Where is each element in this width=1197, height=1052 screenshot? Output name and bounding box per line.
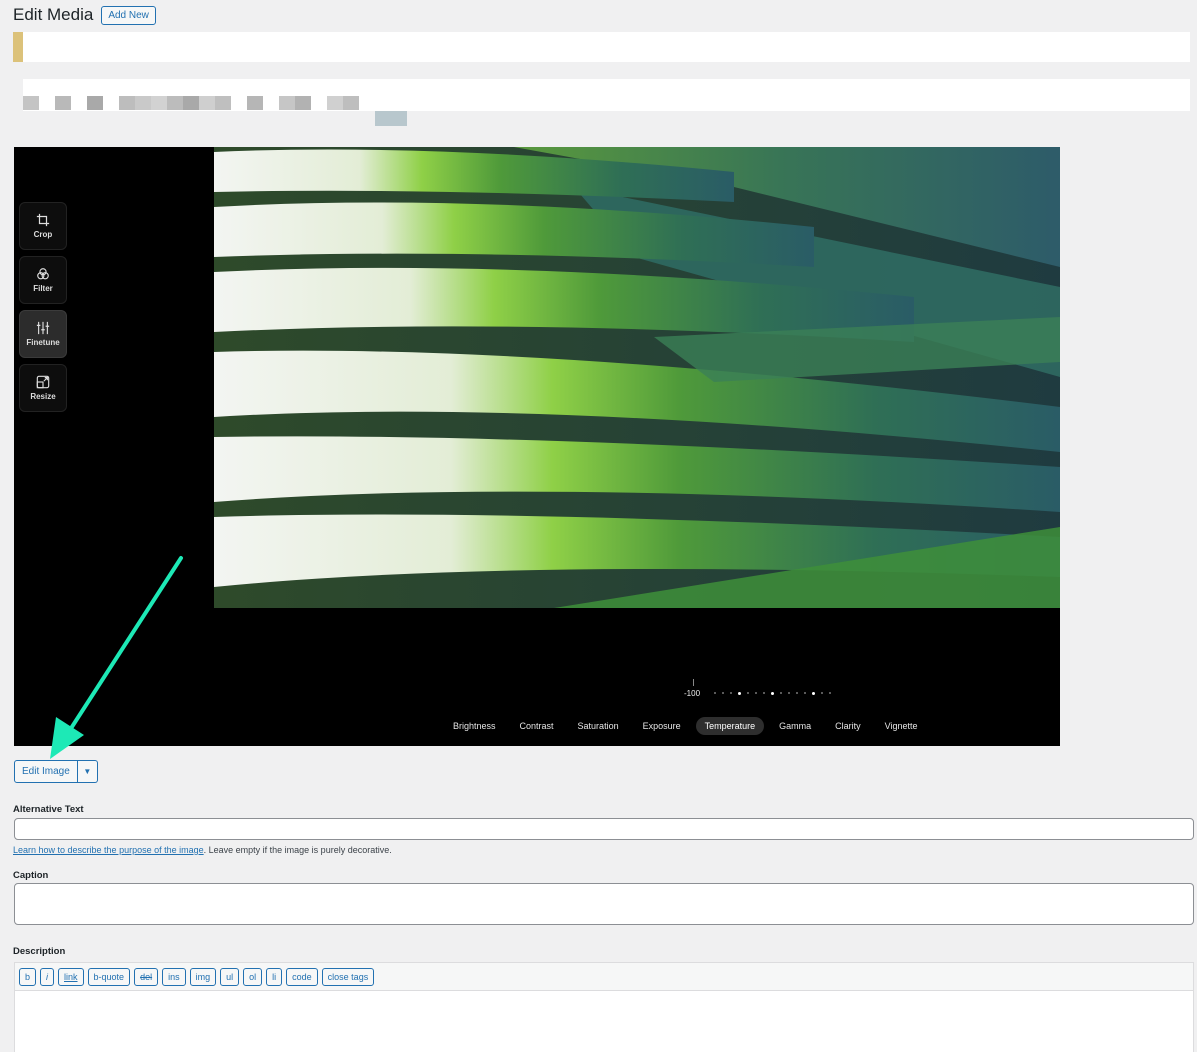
tab-vignette[interactable]: Vignette <box>876 717 927 735</box>
tool-crop[interactable]: Crop <box>19 202 67 250</box>
description-label: Description <box>13 946 66 957</box>
adjust-tabs: Brightness Contrast Saturation Exposure … <box>444 717 927 735</box>
quicktag-li[interactable]: li <box>266 967 283 986</box>
alt-text-input[interactable] <box>14 818 1194 840</box>
finetune-icon <box>36 321 50 335</box>
slider-value: -100 <box>684 689 701 698</box>
page-title: Edit Media <box>13 5 94 24</box>
crop-icon <box>36 213 50 227</box>
redacted-pixels-tail <box>375 111 407 126</box>
tool-finetune[interactable]: Finetune <box>19 310 67 358</box>
image-preview <box>214 147 1060 608</box>
quicktag-ins[interactable]: ins <box>162 967 186 986</box>
slider-tick <box>693 679 694 686</box>
tab-exposure[interactable]: Exposure <box>634 717 690 735</box>
tool-filter[interactable]: Filter <box>19 256 67 304</box>
quicktag-link[interactable]: link <box>58 967 84 986</box>
tool-resize[interactable]: Resize <box>19 364 67 412</box>
admin-notice <box>13 32 1190 62</box>
editor-toolbar: Crop Filter Finetune Resize <box>19 202 67 412</box>
quicktag-code[interactable]: code <box>286 967 318 986</box>
alt-text-help-link[interactable]: Learn how to describe the purpose of the… <box>13 845 204 855</box>
quicktags-toolbar: b i link b-quote del ins img ul ol li co… <box>15 963 1193 991</box>
caption-textarea[interactable] <box>14 883 1194 925</box>
alt-text-label: Alternative Text <box>13 804 84 815</box>
description-textarea[interactable] <box>15 991 1193 1052</box>
description-editor: b i link b-quote del ins img ul ol li co… <box>14 962 1194 1052</box>
finetune-slider[interactable]: -100 <box>684 677 834 698</box>
tab-saturation[interactable]: Saturation <box>569 717 628 735</box>
edit-image-dropdown[interactable]: ▼ <box>77 760 98 783</box>
tool-label: Finetune <box>26 338 60 347</box>
resize-icon <box>36 375 50 389</box>
filter-icon <box>37 268 49 280</box>
quicktag-del[interactable]: del <box>134 967 159 986</box>
page-header: Edit Media Add New <box>13 5 156 25</box>
tab-temperature[interactable]: Temperature <box>695 717 765 735</box>
quicktag-i[interactable]: i <box>40 967 55 986</box>
tab-brightness[interactable]: Brightness <box>444 717 505 735</box>
quicktag-ol[interactable]: ol <box>243 967 263 986</box>
slider-track <box>714 691 831 695</box>
quicktag-ul[interactable]: ul <box>220 967 240 986</box>
caption-label: Caption <box>13 870 49 881</box>
tool-label: Filter <box>33 284 53 293</box>
tab-gamma[interactable]: Gamma <box>770 717 820 735</box>
edit-image-button[interactable]: Edit Image <box>14 760 78 783</box>
quicktag-bquote[interactable]: b-quote <box>87 967 131 986</box>
tool-label: Crop <box>33 230 53 239</box>
tab-contrast[interactable]: Contrast <box>511 717 563 735</box>
quicktag-b[interactable]: b <box>19 967 37 986</box>
edit-image-group: Edit Image ▼ <box>14 760 98 783</box>
tab-clarity[interactable]: Clarity <box>826 717 870 735</box>
tool-label: Resize <box>30 392 56 401</box>
quicktag-close-tags[interactable]: close tags <box>321 967 375 986</box>
quicktag-img[interactable]: img <box>189 967 217 986</box>
image-editor: Crop Filter Finetune Resize -100 Brightn… <box>14 147 1060 746</box>
alt-text-help: Learn how to describe the purpose of the… <box>13 845 392 855</box>
alt-text-help-text: . Leave empty if the image is purely dec… <box>203 845 392 855</box>
redacted-pixels <box>23 96 383 110</box>
add-new-button[interactable]: Add New <box>101 5 156 25</box>
